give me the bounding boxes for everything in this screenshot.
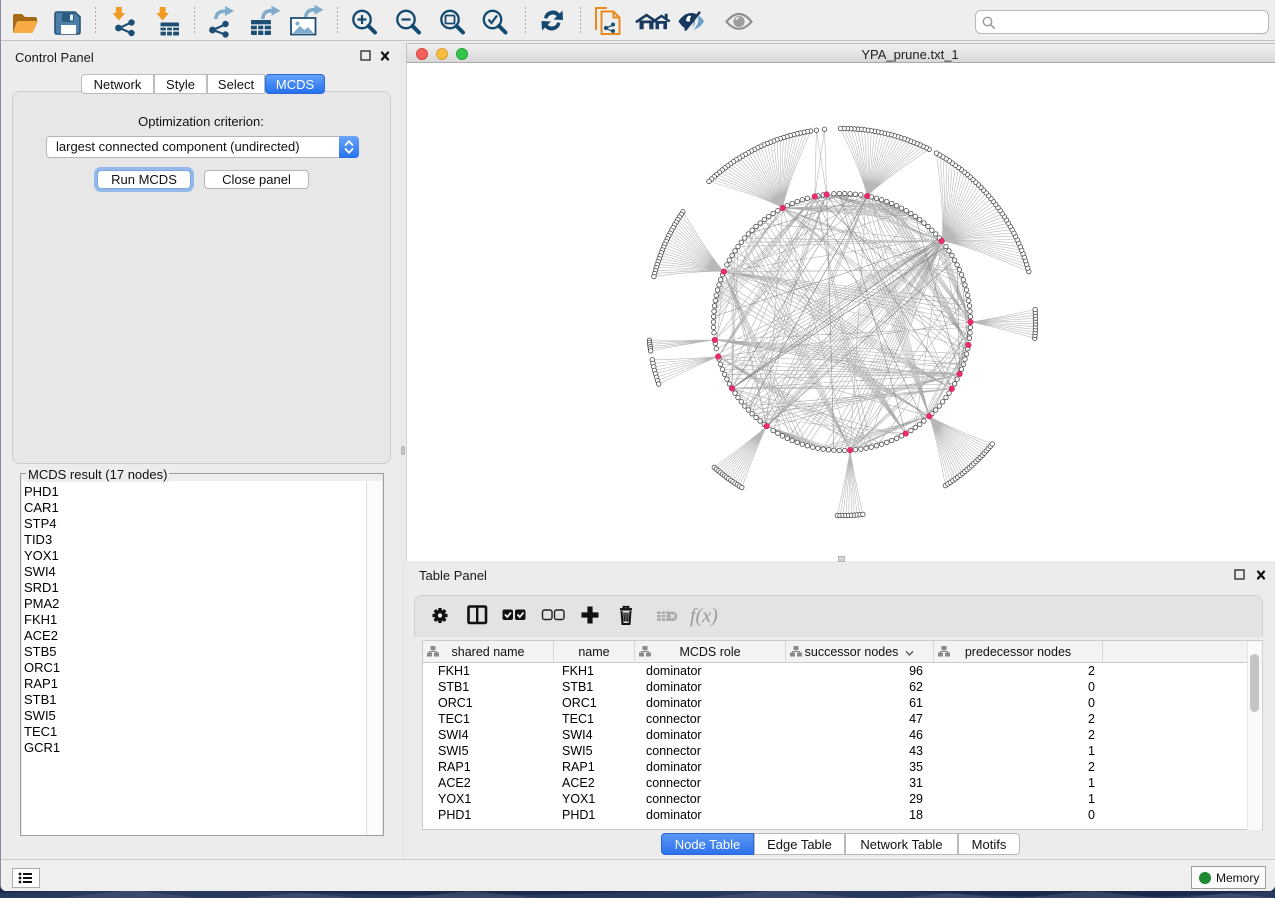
- svg-text:f(x): f(x): [690, 605, 718, 627]
